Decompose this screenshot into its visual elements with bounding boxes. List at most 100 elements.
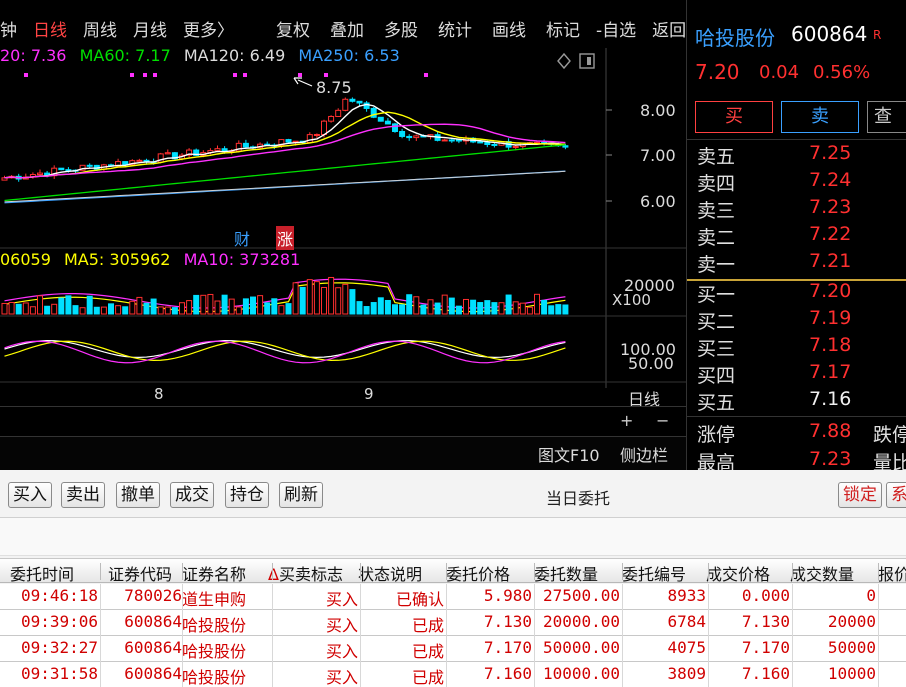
- tool-overlay[interactable]: 叠加: [322, 16, 372, 41]
- candle-body: [335, 109, 342, 117]
- table-row[interactable]: 09:31:58 600864 哈投股份 买入 已成 7.160 10000.00 3809 7…: [0, 662, 906, 687]
- margin-flag-badge: R: [873, 28, 882, 42]
- lock-button[interactable]: 锁定: [838, 482, 882, 508]
- osc-line-d: [4, 340, 566, 361]
- cell-side: 买入: [325, 616, 358, 635]
- zoom-out-button[interactable]: −: [656, 411, 669, 430]
- tool-multi-stock[interactable]: 多股: [376, 16, 426, 41]
- column-header[interactable]: 委托数量: [534, 561, 598, 585]
- chart-menubar: 钟 日线 周线 月线 更多〉 复权 叠加 多股 统计 画线 标记 -自选 返回: [0, 8, 686, 48]
- cell-price: 7.130: [483, 612, 532, 631]
- column-divider[interactable]: [792, 563, 793, 580]
- zoom-in-button[interactable]: +: [620, 411, 633, 430]
- column-header[interactable]: 证券名称: [182, 561, 246, 585]
- column-divider[interactable]: [446, 563, 447, 580]
- cell-name: 哈投股份: [182, 668, 247, 687]
- tool-watchlist-remove[interactable]: -自选: [592, 16, 640, 41]
- bid-row[interactable]: 买五 7.16: [687, 388, 906, 415]
- cell-side: 买入: [325, 642, 358, 661]
- candle-body: [512, 146, 519, 149]
- ask-level-label: 卖四: [697, 173, 736, 195]
- cell-code: 600864: [124, 664, 182, 683]
- column-header[interactable]: 委托价格: [446, 561, 510, 585]
- limit-up-badge[interactable]: 涨: [276, 226, 295, 250]
- ask-row[interactable]: 卖二 7.22: [687, 223, 906, 250]
- query-button[interactable]: 查: [867, 101, 906, 133]
- column-divider[interactable]: [182, 563, 183, 580]
- candle-body: [321, 120, 327, 136]
- period-minute[interactable]: 钟: [0, 16, 25, 41]
- table-row[interactable]: 09:32:27 600864 哈投股份 买入 已成 7.170 50000.00 4075 7…: [0, 636, 906, 662]
- bid-price: 7.18: [809, 334, 852, 356]
- cancel-order-button[interactable]: 撤单: [116, 482, 160, 508]
- period-weekly[interactable]: 周线: [75, 16, 125, 41]
- price-change-pct: 0.56%: [813, 62, 871, 83]
- column-header[interactable]: 委托时间: [10, 561, 74, 585]
- cell-divider: [182, 636, 183, 662]
- bid-row[interactable]: 买一 7.20: [687, 280, 906, 307]
- column-divider[interactable]: [878, 563, 879, 580]
- tool-fuquan[interactable]: 复权: [268, 16, 318, 41]
- deals-button[interactable]: 成交: [170, 482, 214, 508]
- column-header[interactable]: 状态说明: [358, 561, 422, 585]
- period-monthly[interactable]: 月线: [125, 16, 175, 41]
- table-row[interactable]: 09:46:18 780026 道生申购 买入 已确认 5.980 27500.00 8933…: [0, 584, 906, 610]
- bid-row[interactable]: 买三 7.18: [687, 334, 906, 361]
- candle-body: [164, 152, 171, 155]
- bid-row[interactable]: 买四 7.17: [687, 361, 906, 388]
- cell-deal-qty: 20000: [827, 612, 876, 631]
- high-value: 7.23: [809, 448, 852, 470]
- volume-bar: [186, 300, 193, 315]
- column-divider[interactable]: [272, 563, 273, 580]
- column-header[interactable]: 委托编号: [622, 561, 686, 585]
- column-header[interactable]: 成交数量: [790, 561, 854, 585]
- volume-bar: [250, 296, 256, 315]
- ask-row[interactable]: 卖四 7.24: [687, 169, 906, 196]
- system-button[interactable]: 系: [886, 482, 906, 508]
- ask-row[interactable]: 卖三 7.23: [687, 196, 906, 223]
- volume-bar: [555, 304, 562, 315]
- sidebar-toggle-button[interactable]: 侧边栏: [620, 442, 668, 466]
- f10-button[interactable]: 图文F10: [538, 442, 600, 466]
- finance-badge[interactable]: 财: [234, 226, 250, 250]
- volume-bar: [37, 295, 43, 315]
- volume-bar: [179, 302, 185, 315]
- column-divider[interactable]: [708, 563, 709, 580]
- buy-tab-button[interactable]: 买入: [8, 482, 52, 508]
- candle-body: [377, 116, 384, 122]
- cell-price: 7.160: [483, 664, 532, 683]
- positions-button[interactable]: 持仓: [225, 482, 269, 508]
- bid-row[interactable]: 买二 7.19: [687, 307, 906, 334]
- volume-bar: [434, 302, 441, 315]
- column-header[interactable]: 报价: [878, 561, 906, 585]
- column-header[interactable]: 证券代码: [108, 561, 172, 585]
- ma-lines: [4, 103, 566, 313]
- sell-tab-button[interactable]: 卖出: [61, 482, 105, 508]
- refresh-button[interactable]: 刷新: [279, 482, 323, 508]
- tool-mark[interactable]: 标记: [538, 16, 588, 41]
- ask-row[interactable]: 卖一 7.21: [687, 250, 906, 277]
- table-row[interactable]: 09:39:06 600864 哈投股份 买入 已成 7.130 20000.00 6784 7…: [0, 610, 906, 636]
- column-header[interactable]: Δ买卖标志: [268, 561, 343, 585]
- column-divider[interactable]: [534, 563, 535, 580]
- column-divider[interactable]: [360, 563, 361, 580]
- quick-sell-button[interactable]: 卖: [781, 101, 859, 133]
- volume-bar: [115, 305, 122, 315]
- volume-bar: [221, 294, 228, 315]
- tool-draw[interactable]: 画线: [484, 16, 534, 41]
- column-divider[interactable]: [100, 563, 101, 580]
- tool-stats[interactable]: 统计: [430, 16, 480, 41]
- volume-bar: [143, 302, 150, 315]
- kline-canvas[interactable]: [0, 48, 686, 388]
- period-more[interactable]: 更多〉: [175, 16, 242, 41]
- volume-legend: 06059 MA5: 305962 MA10: 373281: [0, 250, 308, 269]
- column-header[interactable]: 成交价格: [706, 561, 770, 585]
- period-daily[interactable]: 日线: [25, 16, 75, 41]
- column-divider[interactable]: [622, 563, 623, 580]
- cell-side: 买入: [325, 668, 358, 687]
- cell-divider: [878, 636, 879, 662]
- ask-row[interactable]: 卖五 7.25: [687, 142, 906, 169]
- cell-divider: [272, 662, 273, 687]
- tool-back[interactable]: 返回: [644, 16, 686, 41]
- quick-buy-button[interactable]: 买: [695, 101, 773, 133]
